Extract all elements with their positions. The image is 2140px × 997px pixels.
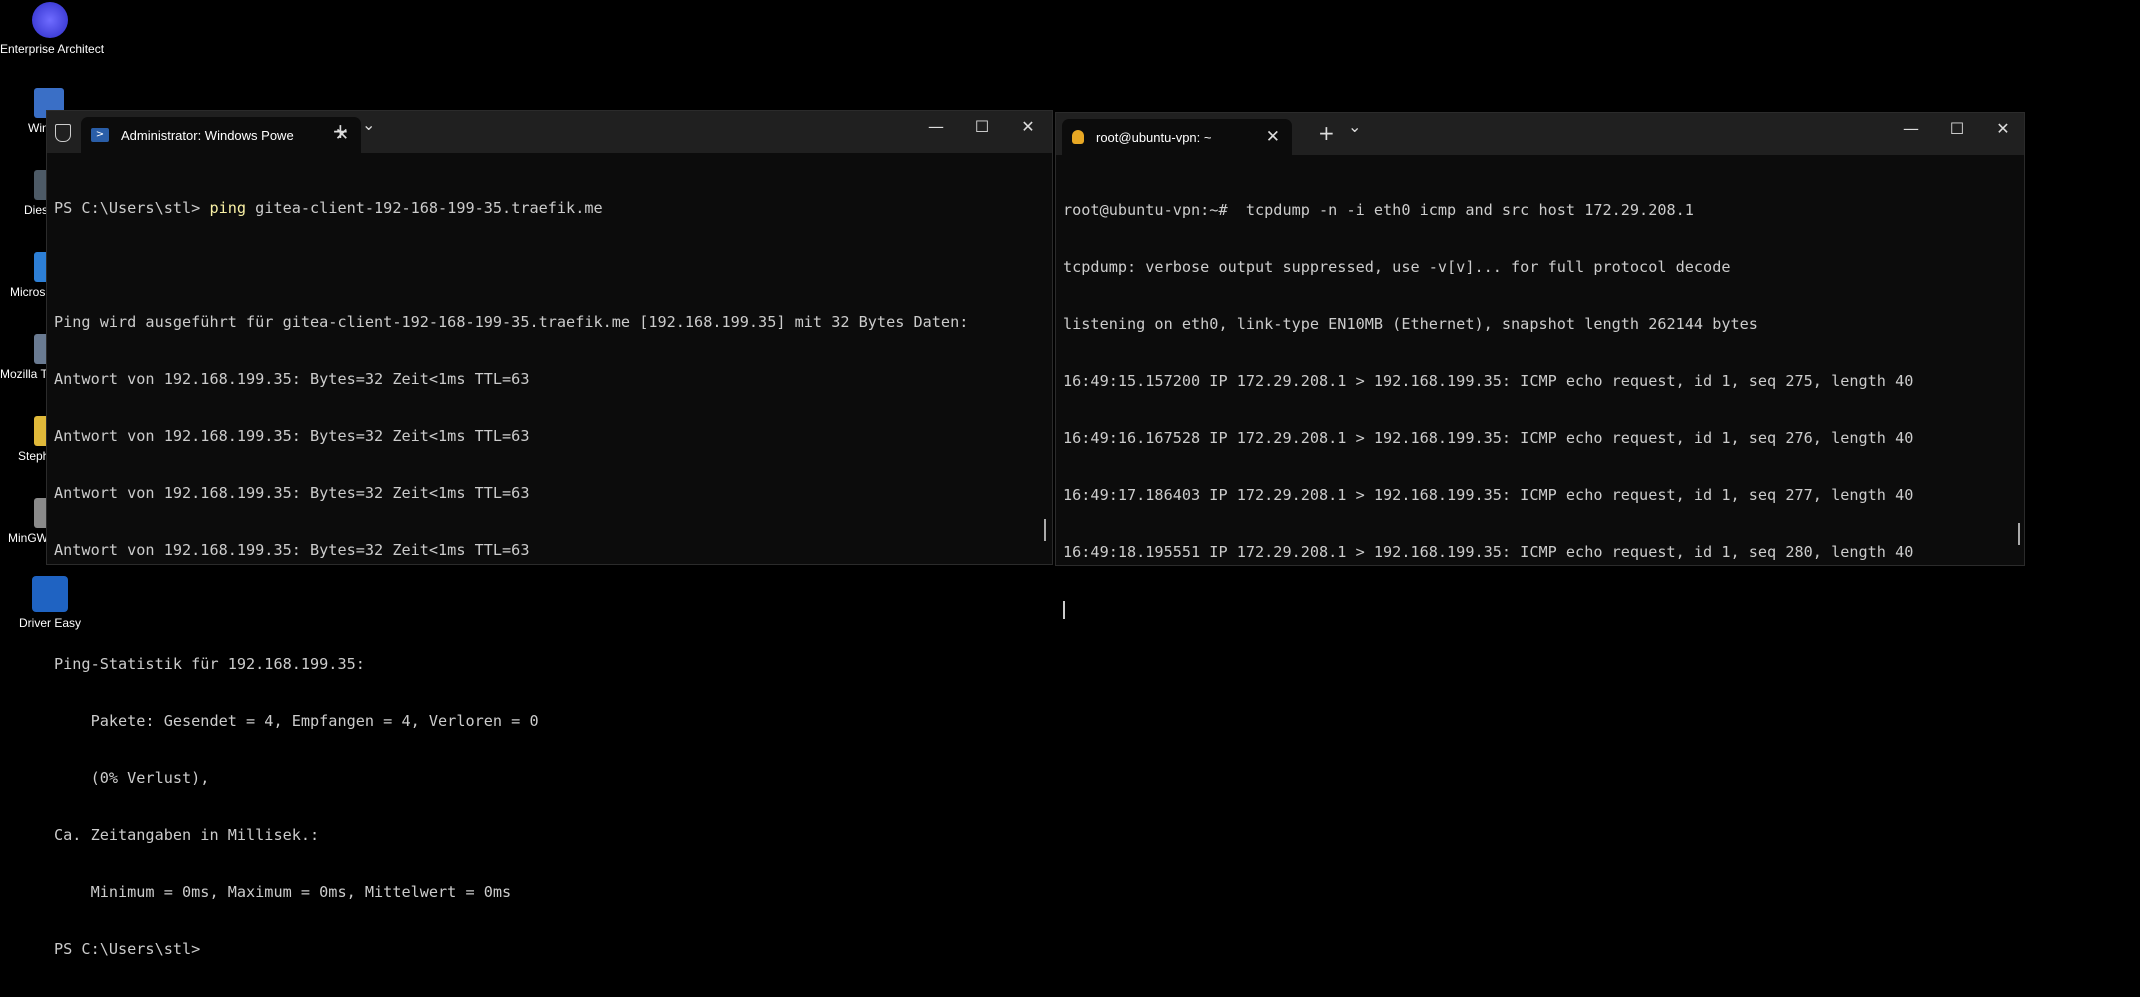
tab-dropdown-icon[interactable]: ⌄ bbox=[362, 115, 375, 134]
desktop-partial-label: Mozilla T bbox=[0, 367, 48, 381]
desktop-partial-label: Dies bbox=[24, 203, 49, 217]
terminal-line: Antwort von 192.168.199.35: Bytes=32 Zei… bbox=[54, 427, 530, 445]
close-button[interactable]: ✕ bbox=[1988, 119, 2018, 138]
terminal-line: Antwort von 192.168.199.35: Bytes=32 Zei… bbox=[54, 370, 530, 388]
desktop-partial-label: Micros bbox=[10, 285, 46, 299]
desktop-icon-label: Enterprise Architect bbox=[0, 42, 105, 56]
terminal-output[interactable]: root@ubuntu-vpn:~# tcpdump -n -i eth0 ic… bbox=[1063, 163, 2014, 619]
ubuntu-window[interactable]: root@ubuntu-vpn: ~ ✕ + ⌄ — ☐ ✕ root@ubun… bbox=[1055, 112, 2025, 619]
prompt: PS C:\Users\stl> bbox=[54, 199, 210, 217]
command-args: gitea-client-192-168-199-35.traefik.me bbox=[246, 199, 603, 217]
tab-bar: > Administrator: Windows Powe ✕ + ⌄ — ☐ … bbox=[47, 111, 1052, 153]
command: ping bbox=[209, 199, 247, 217]
powershell-icon: > bbox=[91, 128, 109, 142]
new-tab-button[interactable]: + bbox=[1318, 121, 1335, 145]
terminal-line: 16:49:15.157200 IP 172.29.208.1 > 192.16… bbox=[1063, 372, 1914, 390]
scrollbar[interactable] bbox=[2018, 523, 2020, 545]
tab-title: Administrator: Windows Powe bbox=[121, 127, 294, 143]
terminal-line: 16:49:17.186403 IP 172.29.208.1 > 192.16… bbox=[1063, 486, 1914, 504]
terminal-output[interactable]: PS C:\Users\stl> ping gitea-client-192-1… bbox=[54, 161, 1042, 958]
terminal-line: Pakete: Gesendet = 4, Empfangen = 4, Ver… bbox=[54, 712, 539, 730]
terminal-line bbox=[1063, 600, 2014, 619]
terminal-line: root@ubuntu-vpn:~# tcpdump -n -i eth0 ic… bbox=[1063, 201, 1694, 219]
tab-bar: root@ubuntu-vpn: ~ ✕ + ⌄ — ☐ ✕ bbox=[1056, 113, 2024, 155]
linux-penguin-icon bbox=[1072, 130, 1084, 144]
desktop-icon-enterprise-architect[interactable]: Enterprise Architect bbox=[0, 2, 105, 56]
new-tab-button[interactable]: + bbox=[332, 119, 349, 143]
terminal-line: PS C:\Users\stl> bbox=[54, 940, 201, 958]
tab-powershell[interactable]: > Administrator: Windows Powe ✕ bbox=[81, 117, 361, 153]
terminal-line: Ping wird ausgeführt für gitea-client-19… bbox=[54, 313, 969, 331]
terminal-line: Antwort von 192.168.199.35: Bytes=32 Zei… bbox=[54, 484, 530, 502]
terminal-line: 16:49:18.195551 IP 172.29.208.1 > 192.16… bbox=[1063, 543, 1914, 561]
tab-dropdown-icon[interactable]: ⌄ bbox=[1348, 117, 1361, 136]
terminal-line: Antwort von 192.168.199.35: Bytes=32 Zei… bbox=[54, 541, 530, 559]
scrollbar[interactable] bbox=[1044, 519, 1046, 541]
terminal-line: Ca. Zeitangaben in Millisek.: bbox=[54, 826, 320, 844]
maximize-button[interactable]: ☐ bbox=[967, 117, 997, 136]
shield-icon bbox=[55, 124, 71, 142]
close-button[interactable]: ✕ bbox=[1013, 117, 1043, 136]
minimize-button[interactable]: — bbox=[1896, 119, 1926, 138]
close-tab-icon[interactable]: ✕ bbox=[1266, 127, 1280, 147]
terminal-line: PS C:\Users\stl> ping gitea-client-192-1… bbox=[54, 199, 1042, 218]
maximize-button[interactable]: ☐ bbox=[1942, 119, 1972, 138]
terminal-line: 16:49:16.167528 IP 172.29.208.1 > 192.16… bbox=[1063, 429, 1914, 447]
minimize-button[interactable]: — bbox=[921, 117, 951, 136]
tab-title: root@ubuntu-vpn: ~ bbox=[1096, 129, 1212, 145]
terminal-line: Ping-Statistik für 192.168.199.35: bbox=[54, 655, 365, 673]
enterprise-architect-icon bbox=[32, 2, 68, 38]
terminal-line: tcpdump: verbose output suppressed, use … bbox=[1063, 258, 1731, 276]
terminal-line: (0% Verlust), bbox=[54, 769, 210, 787]
text-cursor bbox=[1063, 600, 1065, 619]
tab-ubuntu[interactable]: root@ubuntu-vpn: ~ ✕ bbox=[1062, 119, 1292, 155]
desktop-partial-label: Steph bbox=[18, 449, 50, 463]
powershell-window[interactable]: > Administrator: Windows Powe ✕ + ⌄ — ☐ … bbox=[46, 110, 1053, 958]
desktop-partial-label: MinGW bbox=[8, 531, 48, 545]
terminal-line: listening on eth0, link-type EN10MB (Eth… bbox=[1063, 315, 1758, 333]
terminal-line: Minimum = 0ms, Maximum = 0ms, Mittelwert… bbox=[54, 883, 512, 901]
